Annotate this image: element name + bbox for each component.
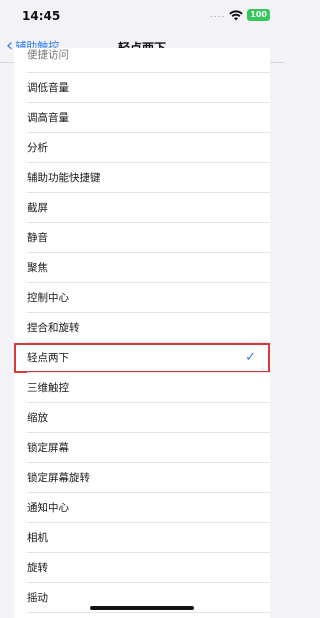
- list-item[interactable]: 旋转: [14, 553, 270, 583]
- action-list: 便捷访问 调低音量 调高音量 分析 辅助功能快捷键 截屏 静音 聚焦 控制中心 …: [14, 48, 270, 618]
- list-item[interactable]: 捏合和旋转: [14, 313, 270, 343]
- list-item-label: 控制中心: [27, 292, 69, 304]
- wifi-icon: [229, 9, 243, 21]
- list-item[interactable]: 三维触控: [14, 373, 270, 403]
- list-item-label: 旋转: [27, 562, 48, 574]
- list-item-label: 调低音量: [27, 82, 69, 94]
- home-indicator[interactable]: [90, 606, 194, 610]
- list-item[interactable]: 调低音量: [14, 73, 270, 103]
- signal-dots-icon: ....: [209, 10, 226, 20]
- list-item-label: 三维触控: [27, 382, 69, 394]
- list-item[interactable]: 调高音量: [14, 103, 270, 133]
- list-item[interactable]: 截屏: [14, 193, 270, 223]
- list-item[interactable]: 通知中心: [14, 493, 270, 523]
- list-item-label: 截屏: [27, 202, 48, 214]
- list-item-label: 捏合和旋转: [27, 322, 80, 334]
- list-item[interactable]: 缩放: [14, 403, 270, 433]
- list-item[interactable]: 相机: [14, 523, 270, 553]
- list-item-label: 分析: [27, 142, 48, 154]
- list-item-label: 调高音量: [27, 112, 69, 124]
- status-indicators: .... 100: [210, 9, 270, 21]
- list-item-label: 锁定屏幕: [27, 442, 69, 454]
- list-item-label: 静音: [27, 232, 48, 244]
- list-item[interactable]: 分析: [14, 133, 270, 163]
- list-item-label: 通知中心: [27, 502, 69, 514]
- list-item-label: 相机: [27, 532, 48, 544]
- list-item[interactable]: 聚焦: [14, 253, 270, 283]
- list-item[interactable]: 便捷访问: [14, 48, 270, 73]
- list-item-label: 锁定屏幕旋转: [27, 472, 90, 484]
- chevron-left-icon: ‹: [6, 35, 14, 56]
- battery-icon: 100: [247, 9, 270, 21]
- list-item-label: 缩放: [27, 412, 48, 424]
- list-item-label: 便捷访问: [27, 49, 69, 61]
- list-item-label: 聚焦: [27, 262, 48, 274]
- list-item-label: 轻点两下: [27, 352, 69, 364]
- status-time: 14:45: [22, 9, 61, 23]
- list-item[interactable]: 静音: [14, 223, 270, 253]
- list-item-selected[interactable]: 轻点两下 ✓: [14, 343, 270, 373]
- checkmark-icon: ✓: [245, 350, 256, 365]
- list-item[interactable]: 控制中心: [14, 283, 270, 313]
- list-item-label: 摇动: [27, 592, 48, 604]
- list-item[interactable]: 锁定屏幕旋转: [14, 463, 270, 493]
- list-item-label: 辅助功能快捷键: [27, 172, 101, 184]
- list-item[interactable]: 辅助功能快捷键: [14, 163, 270, 193]
- list-item[interactable]: 锁定屏幕: [14, 433, 270, 463]
- status-bar: 14:45 .... 100: [0, 0, 284, 30]
